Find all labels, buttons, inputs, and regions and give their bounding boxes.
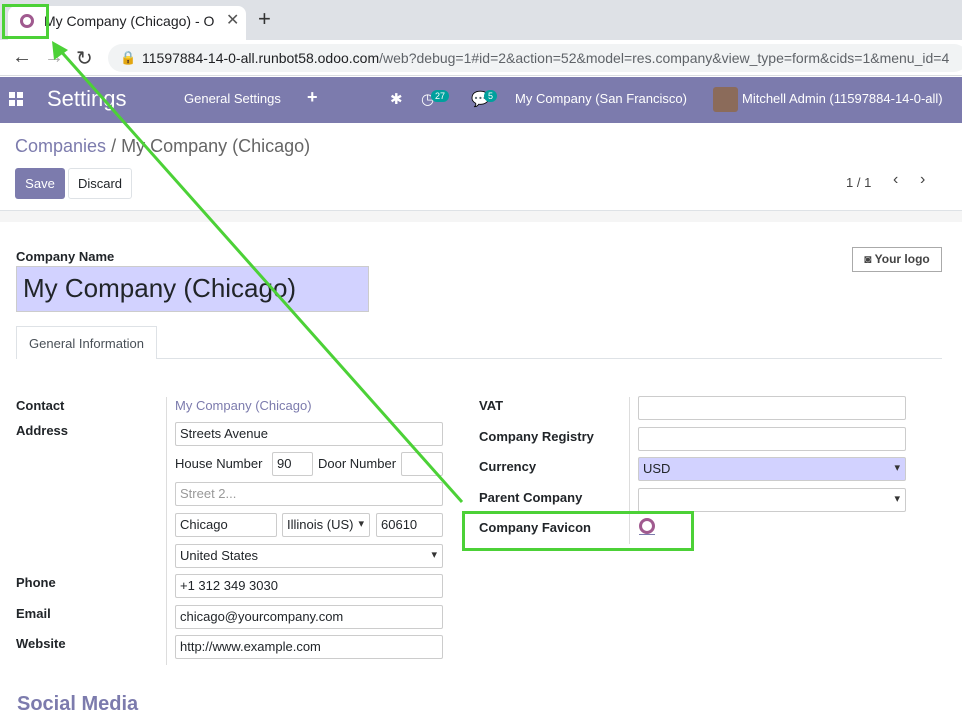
annotation-arrow — [52, 41, 464, 503]
